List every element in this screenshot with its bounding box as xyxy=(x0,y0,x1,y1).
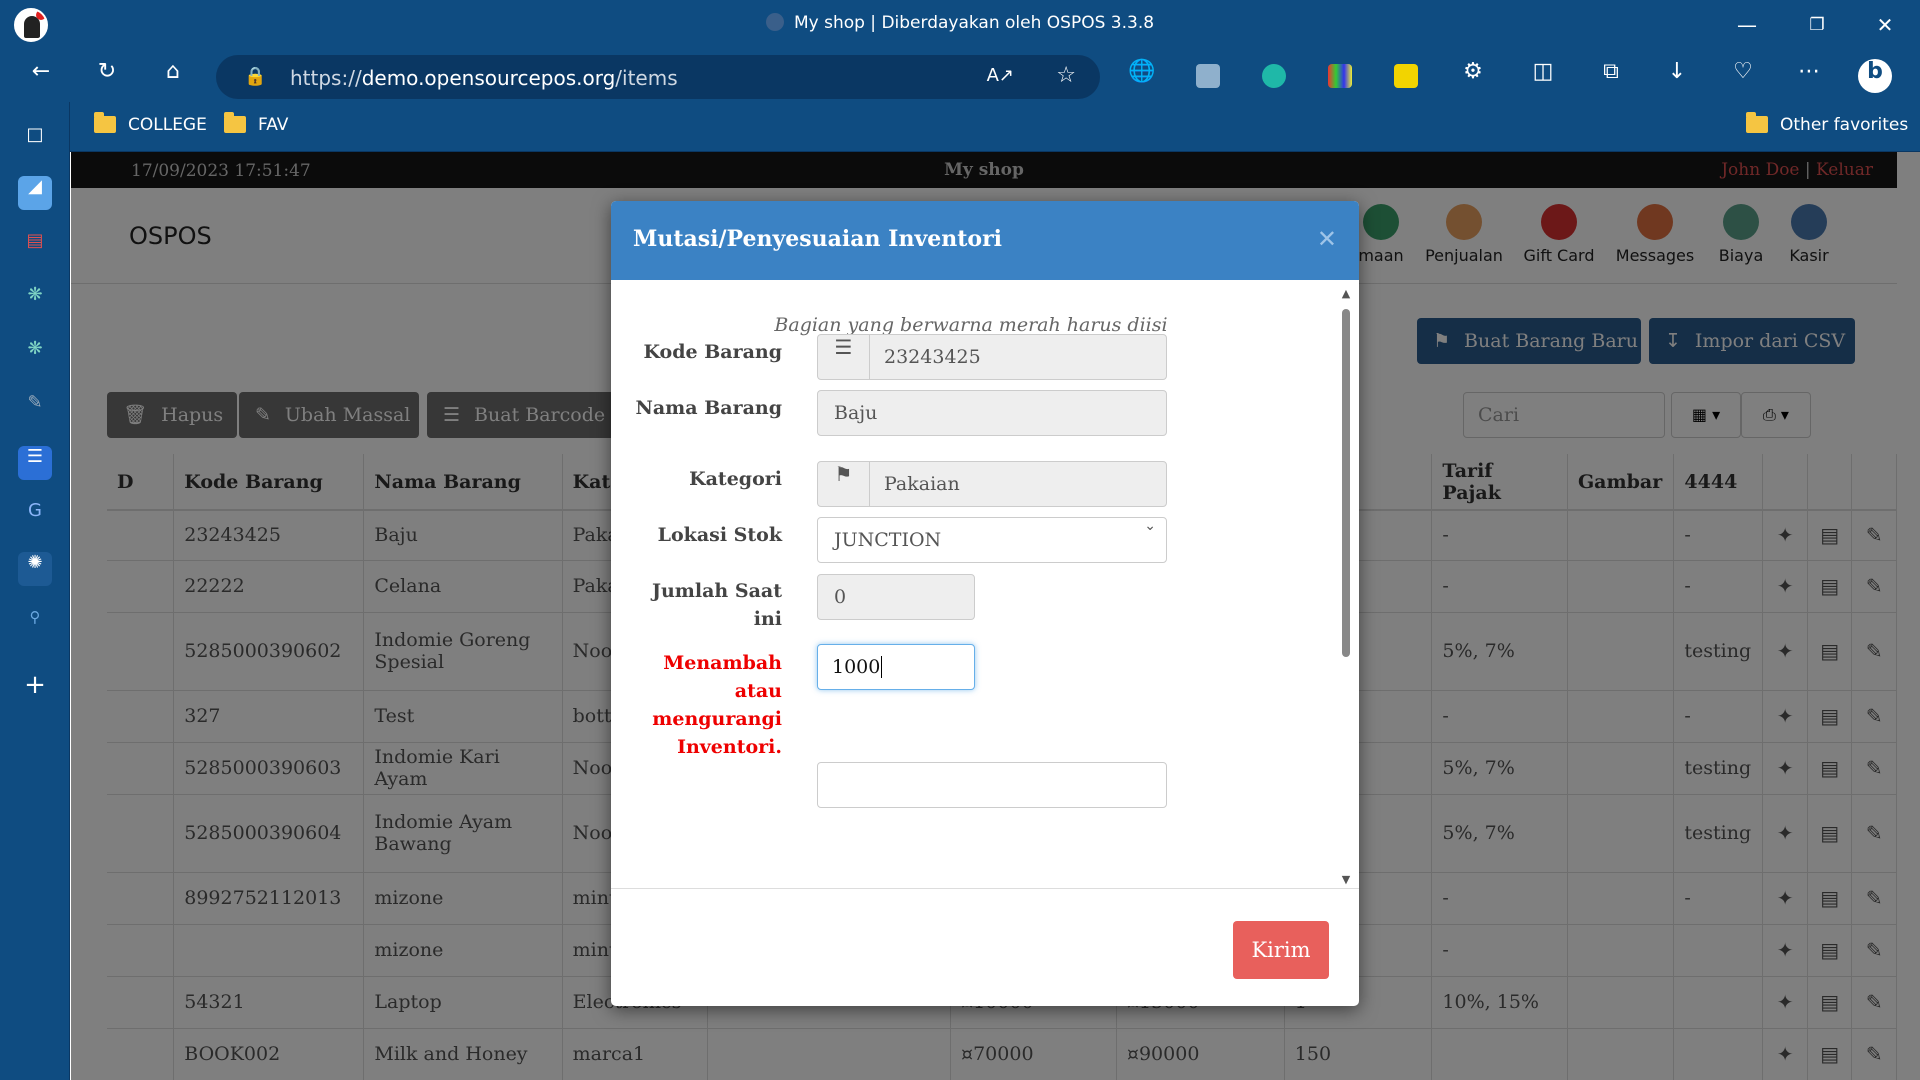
address-toolbar: ← ↻ ⌂ 🔒 https://demo.opensourcepos.org/i… xyxy=(0,50,1920,102)
category-label: Kategori xyxy=(689,468,782,490)
chatgpt-icon[interactable]: ❋ xyxy=(18,284,52,318)
browser-title-bar: My shop | Diberdayakan oleh OSPOS 3.3.8 … xyxy=(0,0,1920,50)
bing-icon[interactable]: b xyxy=(1858,59,1892,93)
chatgpt-icon[interactable]: ❋ xyxy=(18,338,52,372)
item-name-field: Baju xyxy=(817,390,1167,436)
scroll-down-icon[interactable]: ▼ xyxy=(1339,873,1353,886)
split-screen-icon[interactable]: ◫ xyxy=(1526,59,1560,93)
scroll-up-icon[interactable]: ▲ xyxy=(1339,287,1353,300)
globe-icon[interactable]: 🌐 xyxy=(1125,59,1159,93)
modal-header: Mutasi/Penyesuaian Inventori ✕ xyxy=(611,201,1359,280)
lock-icon: 🔒 xyxy=(244,66,267,87)
submit-button[interactable]: Kirim xyxy=(1233,921,1329,979)
modal-body: Bagian yang berwarna merah harus diisi K… xyxy=(611,280,1359,888)
close-icon[interactable]: ✕ xyxy=(1317,225,1337,253)
search-icon[interactable]: ⚲ xyxy=(18,608,52,642)
folder-icon xyxy=(1746,112,1768,133)
current-qty-field: 0 xyxy=(817,574,975,620)
adjust-qty-input[interactable]: 1000 xyxy=(817,644,975,690)
location-label: Lokasi Stok xyxy=(657,524,782,546)
scroll-thumb[interactable] xyxy=(1342,309,1350,657)
ospos-icon[interactable]: ✺ xyxy=(18,552,52,586)
extension-icon[interactable] xyxy=(1196,64,1220,88)
bookmarks-bar: COLLEGE FAV Other favorites xyxy=(0,102,1920,152)
current-qty-label: Jumlah Saat ini xyxy=(652,580,782,630)
url-bar[interactable]: 🔒 https://demo.opensourcepos.org/items A… xyxy=(216,55,1100,99)
extension-m-icon[interactable] xyxy=(1262,64,1286,88)
extension-n-icon[interactable] xyxy=(1394,64,1418,88)
add-icon[interactable]: + xyxy=(18,670,52,704)
tool-icon[interactable]: ✎ xyxy=(18,392,52,426)
read-aloud-icon[interactable]: A↗ xyxy=(987,65,1014,86)
item-name-label: Nama Barang xyxy=(635,397,783,419)
refresh-icon[interactable]: ↻ xyxy=(90,59,124,93)
more-menu-icon[interactable]: ⋯ xyxy=(1792,59,1826,93)
modal-title: Mutasi/Penyesuaian Inventori xyxy=(633,226,1003,252)
site-favicon-icon xyxy=(765,13,784,31)
inventory-adjust-modal: Mutasi/Penyesuaian Inventori ✕ Bagian ya… xyxy=(611,201,1359,1006)
category-field: ⚑ Pakaian xyxy=(817,461,1167,507)
browser-sidebar: □ ◢ ▤ ❋ ❋ ✎ ☰ G ✺ ⚲ + xyxy=(0,102,70,1080)
url-text: https://demo.opensourcepos.org/items xyxy=(290,66,678,90)
modal-scrollbar[interactable]: ▲ ▼ xyxy=(1339,287,1353,887)
window-title: My shop | Diberdayakan oleh OSPOS 3.3.8 xyxy=(0,13,1920,33)
favorite-star-icon[interactable]: ☆ xyxy=(1056,63,1076,88)
item-code-label: Kode Barang xyxy=(643,341,782,363)
barcode-icon: ☰ xyxy=(818,335,870,379)
folder-icon xyxy=(94,112,116,133)
adjust-label: Menambah atau mengurangi Inventori. xyxy=(652,652,782,758)
collections-icon[interactable]: ⧉ xyxy=(1594,59,1628,93)
chevron-down-icon: ⌄ xyxy=(1144,518,1156,534)
folder-icon xyxy=(224,112,246,133)
home-icon[interactable]: ⌂ xyxy=(156,59,190,93)
tag-icon: ⚑ xyxy=(818,462,870,506)
location-select[interactable]: JUNCTION ⌄ xyxy=(817,517,1167,563)
translate-icon[interactable]: G xyxy=(18,500,52,534)
back-icon[interactable]: ← xyxy=(24,59,58,93)
extensions-icon[interactable]: ⚙ xyxy=(1456,59,1490,93)
other-favorites[interactable]: Other favorites xyxy=(1780,115,1908,135)
close-window-icon[interactable]: ✕ xyxy=(1868,8,1902,42)
tab-actions-icon[interactable]: □ xyxy=(18,124,52,158)
item-code-field: ☰ 23243425 xyxy=(817,334,1167,380)
bookmark-college[interactable]: COLLEGE xyxy=(128,115,207,135)
forms-icon[interactable]: ☰ xyxy=(18,446,52,480)
bookmark-fav[interactable]: FAV xyxy=(258,115,288,135)
download-icon[interactable]: ↓ xyxy=(1660,59,1694,93)
restore-icon[interactable]: ❐ xyxy=(1800,8,1834,42)
health-icon[interactable]: ♡ xyxy=(1726,59,1760,93)
modal-footer: Kirim xyxy=(611,888,1359,1006)
minimize-icon[interactable]: — xyxy=(1730,8,1764,42)
extension-color-icon[interactable] xyxy=(1328,64,1352,88)
pdf-icon[interactable]: ▤ xyxy=(18,230,52,264)
required-note: Bagian yang berwarna merah harus diisi xyxy=(774,314,1168,336)
comment-field[interactable] xyxy=(817,762,1167,808)
sidebar-app-icon[interactable]: ◢ xyxy=(18,176,52,210)
